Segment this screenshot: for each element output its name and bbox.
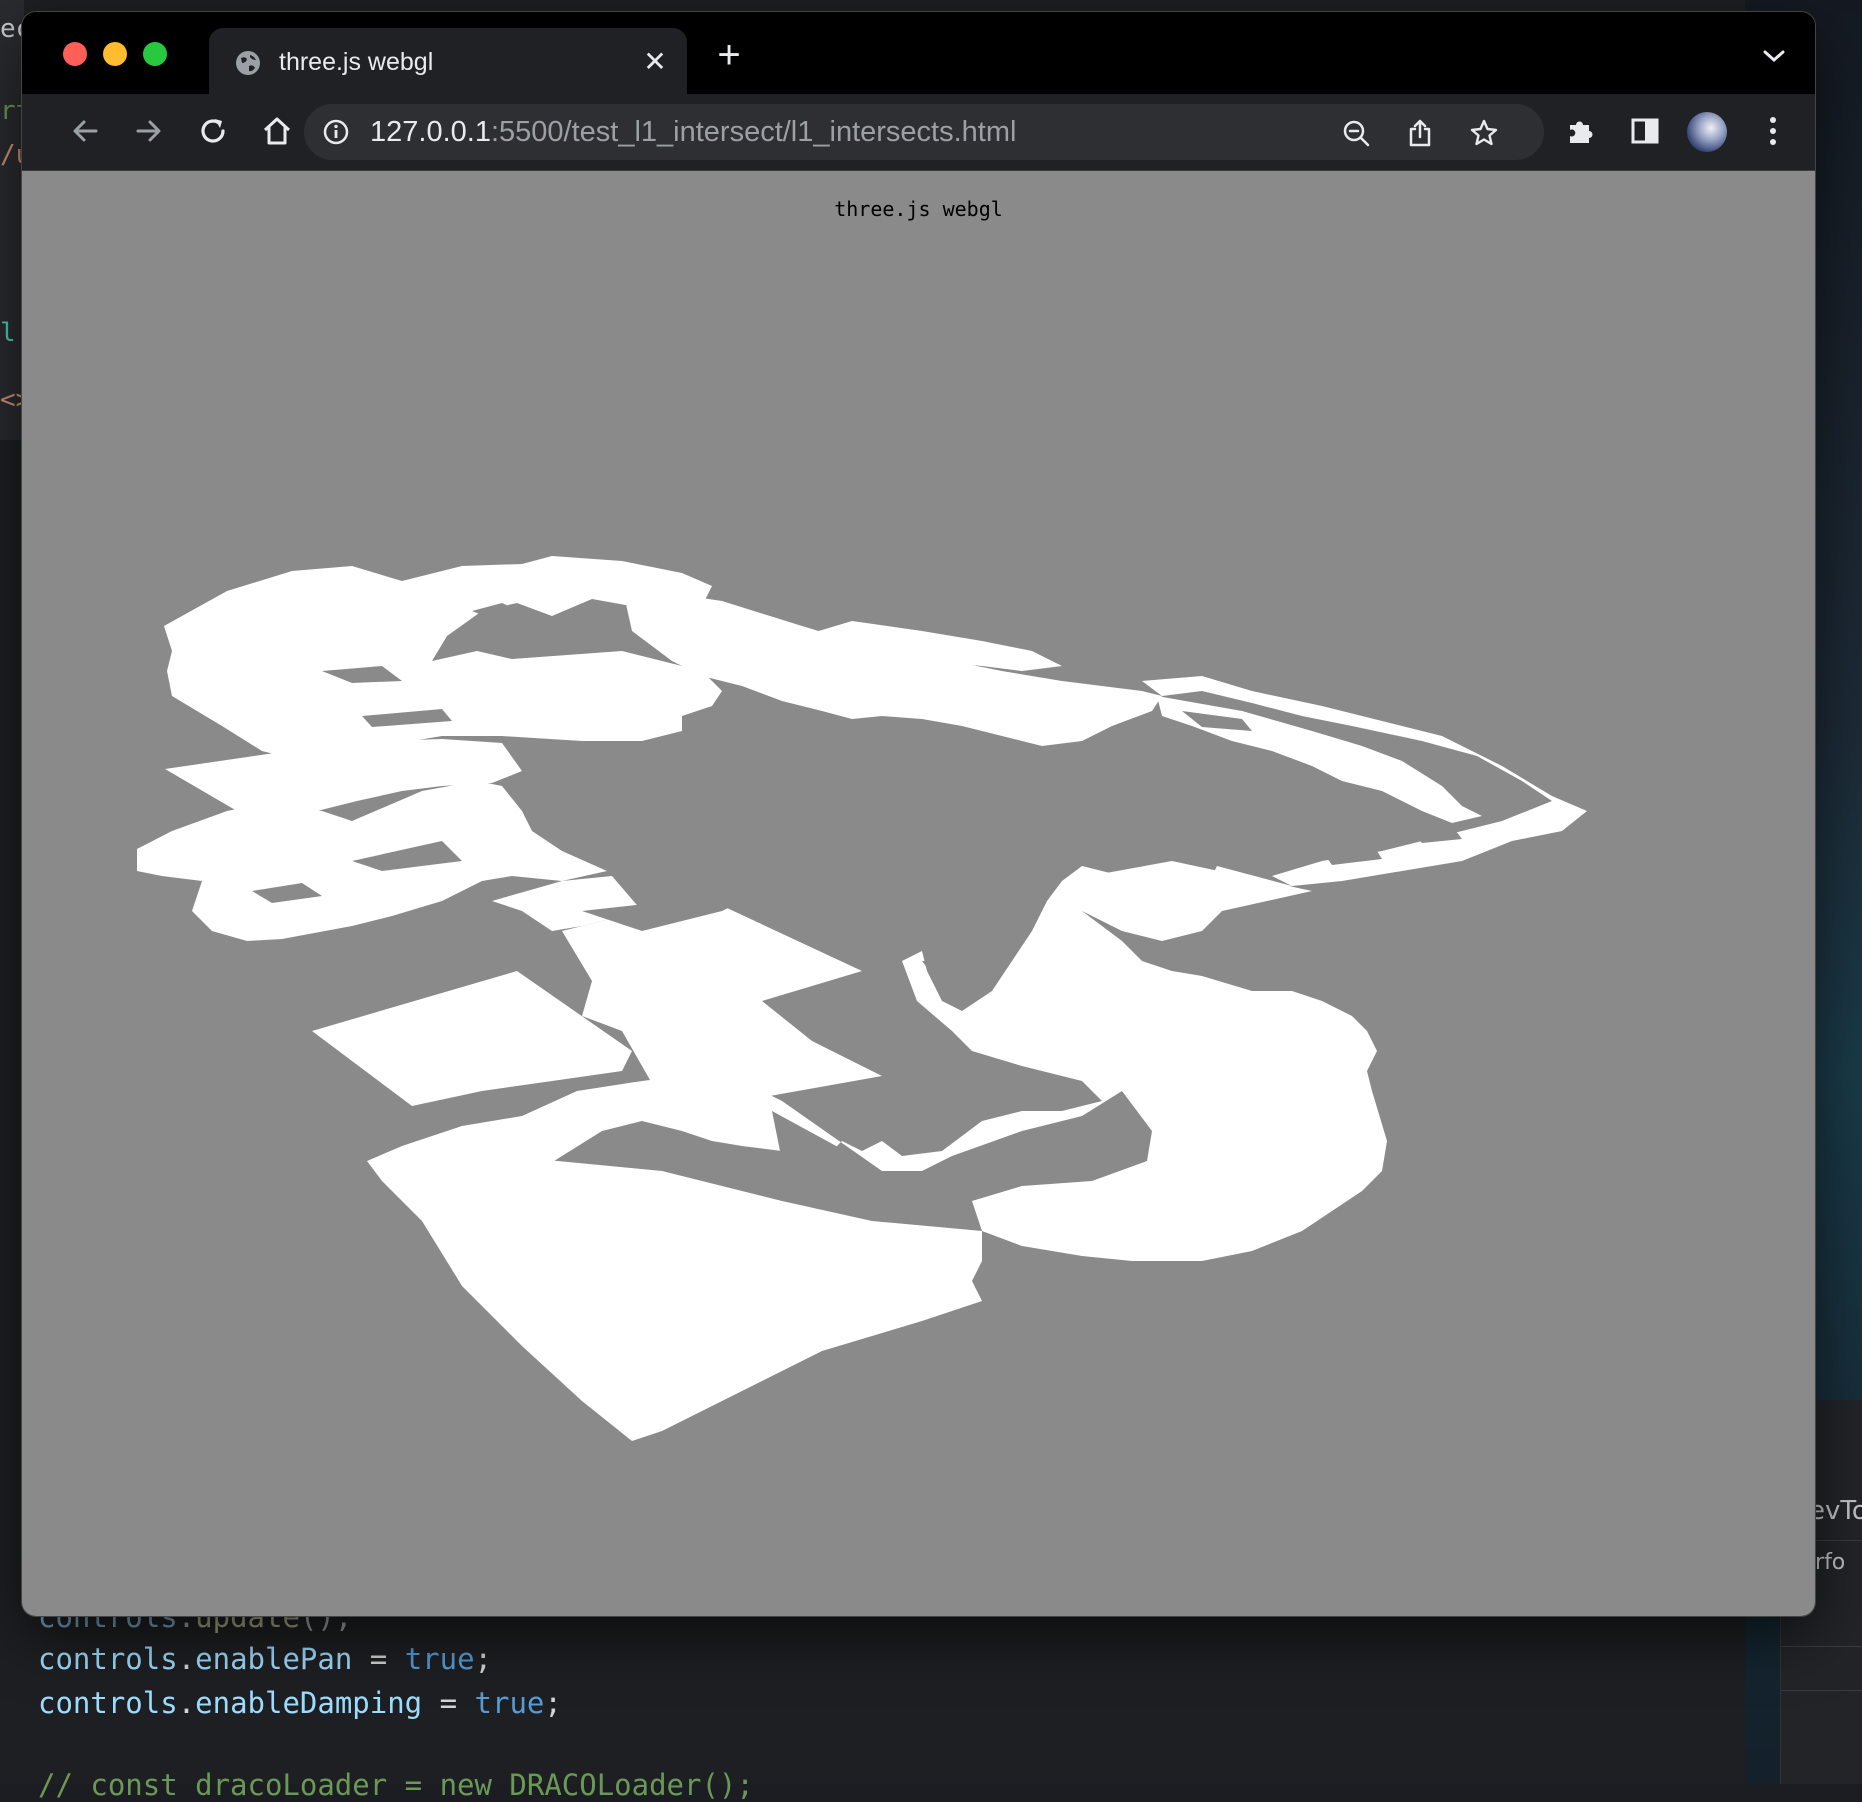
star-icon[interactable] xyxy=(1469,118,1499,148)
browser-window: three.js webgl ✕ + 127.0.0.1:5500/test_l xyxy=(22,12,1815,1616)
puzzle-icon[interactable] xyxy=(1562,112,1600,150)
code-line: controls.enableDamping = true; xyxy=(38,1686,562,1720)
reload-icon[interactable] xyxy=(194,112,232,150)
chevron-down-icon[interactable] xyxy=(1760,46,1788,66)
url-text[interactable]: 127.0.0.1:5500/test_l1_intersect/l1_inte… xyxy=(370,116,1016,149)
code-fragment: <> xyxy=(0,385,24,415)
tab-bar: three.js webgl ✕ + xyxy=(22,12,1815,98)
minimize-window-button[interactable] xyxy=(103,42,127,66)
code-line: controls.enablePan = true; xyxy=(38,1642,492,1676)
close-icon[interactable]: ✕ xyxy=(641,48,669,76)
info-icon[interactable] xyxy=(322,118,350,146)
home-icon[interactable] xyxy=(258,112,296,150)
kebab-menu-icon[interactable] xyxy=(1754,112,1792,150)
code-fragment: /u xyxy=(0,140,24,170)
close-window-button[interactable] xyxy=(63,42,87,66)
profile-avatar[interactable] xyxy=(1687,112,1727,152)
page-info-text: three.js webgl xyxy=(834,197,1003,221)
side-panel-icon[interactable] xyxy=(1626,112,1664,150)
code-fragment: ec xyxy=(0,14,24,44)
arrow-right-icon[interactable] xyxy=(130,112,168,150)
tab-active[interactable]: three.js webgl ✕ xyxy=(209,28,687,98)
zoom-out-icon[interactable] xyxy=(1341,118,1371,148)
code-line: // const dracoLoader = new DRACOLoader()… xyxy=(38,1768,754,1802)
browser-toolbar: 127.0.0.1:5500/test_l1_intersect/l1_inte… xyxy=(22,94,1815,171)
code-fragment: l u xyxy=(0,318,24,348)
mesh-silhouette xyxy=(137,556,1587,1441)
address-bar[interactable]: 127.0.0.1:5500/test_l1_intersect/l1_inte… xyxy=(304,104,1544,160)
new-tab-button[interactable]: + xyxy=(712,35,746,75)
globe-icon xyxy=(236,51,260,75)
tab-title: three.js webgl xyxy=(279,48,434,76)
level-mesh-render[interactable] xyxy=(22,171,1815,1616)
code-fragment: rt xyxy=(0,96,24,126)
editor-left-strip: ec rt /u l u <> xyxy=(0,0,24,440)
share-icon[interactable] xyxy=(1405,118,1435,148)
webgl-viewport[interactable]: three.js webgl xyxy=(22,171,1815,1616)
zoom-window-button[interactable] xyxy=(143,42,167,66)
arrow-left-icon[interactable] xyxy=(66,112,104,150)
